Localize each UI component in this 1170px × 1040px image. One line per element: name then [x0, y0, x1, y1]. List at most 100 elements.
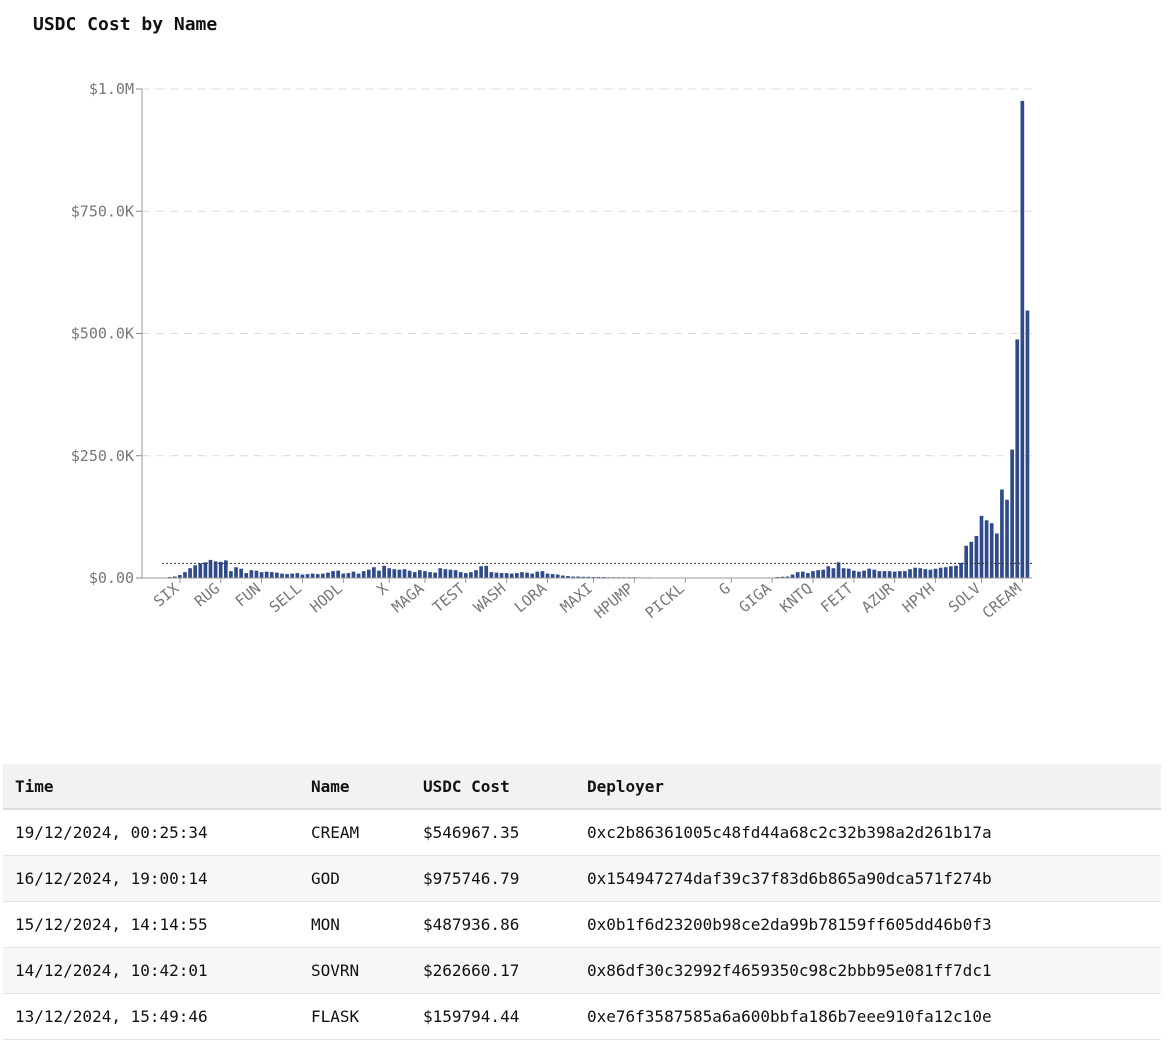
x-tick-label: KNTQ	[776, 579, 815, 616]
bar	[550, 574, 555, 578]
cell-name: SOVRN	[299, 947, 411, 994]
cell-time: 19/12/2024, 00:25:34	[3, 809, 299, 856]
x-tick-label: HODL	[307, 579, 346, 616]
bar	[208, 559, 213, 578]
column-header-deployer[interactable]: Deployer	[575, 764, 1161, 809]
bar	[275, 572, 279, 578]
bar	[458, 572, 463, 578]
x-tick-labels: SIX RUG FUN SELL HODL XMAGA TEST WASH LORA MAXIHP…	[150, 579, 1025, 622]
bar	[994, 533, 999, 578]
y-tick-label: $500.0K	[71, 325, 134, 343]
bar	[862, 570, 866, 578]
bar	[300, 574, 305, 578]
bar	[903, 571, 907, 578]
bar	[790, 574, 795, 578]
bar	[249, 570, 254, 578]
bar	[366, 569, 371, 578]
table-row[interactable]: 19/12/2024, 00:25:34 CREAM $546967.35 0x…	[3, 809, 1161, 856]
bar	[540, 571, 545, 578]
y-tick-label: $250.0K	[71, 447, 134, 465]
bar	[218, 561, 223, 578]
bar	[1000, 489, 1004, 578]
x-tick-label: HPYH	[899, 579, 938, 616]
bar	[234, 567, 238, 578]
bar	[520, 572, 524, 578]
table-row[interactable]: 16/12/2024, 19:00:14 GOD $975746.79 0x15…	[3, 855, 1161, 902]
bar	[433, 572, 438, 578]
cell-usdc-cost: $262660.17	[411, 947, 575, 994]
bar	[504, 573, 509, 578]
bar	[499, 573, 504, 578]
column-header-time[interactable]: Time	[3, 764, 299, 809]
cost-table: Time Name USDC Cost Deployer 19/12/2024,…	[3, 764, 1161, 1040]
bar	[959, 562, 963, 578]
bar	[310, 573, 315, 578]
bar	[984, 520, 989, 578]
bar	[852, 570, 856, 578]
bar	[943, 567, 948, 578]
bar	[315, 574, 320, 578]
bar	[305, 574, 310, 578]
cell-time: 15/12/2024, 14:14:55	[3, 901, 299, 948]
bar	[530, 573, 535, 578]
bars	[162, 100, 1030, 579]
cell-name: GOD	[299, 855, 411, 902]
y-tick-labels: $0.00 $250.0K $500.0K $750.0K $1.0M	[71, 80, 134, 587]
x-tick-label: TEST	[429, 579, 468, 616]
cost-table-container: Time Name USDC Cost Deployer 19/12/2024,…	[3, 764, 1161, 1040]
x-tick-label: PICKL	[642, 579, 688, 622]
table-row[interactable]: 13/12/2024, 15:49:46 FLASK $159794.44 0x…	[3, 993, 1161, 1040]
table-header-row: Time Name USDC Cost Deployer	[3, 764, 1161, 809]
column-header-name[interactable]: Name	[299, 764, 411, 809]
bar	[193, 565, 198, 578]
bar	[846, 568, 851, 578]
bar	[887, 571, 892, 578]
bar	[341, 573, 346, 578]
x-tick-label: FUN	[232, 579, 264, 610]
bar	[872, 569, 877, 578]
cell-name: CREAM	[299, 809, 411, 856]
cell-deployer: 0xe76f3587585a6a600bbfa186b7eee910fa12c1…	[575, 993, 1161, 1040]
bar	[908, 569, 912, 578]
bar	[331, 571, 335, 578]
bar	[269, 572, 274, 578]
bar-chart: $0.00 $250.0K $500.0K $750.0K $1.0M SIX RUG FU…	[71, 80, 1032, 622]
bar	[392, 569, 397, 578]
cell-deployer: 0x154947274daf39c37f83d6b865a90dca571f27…	[575, 855, 1161, 902]
chart-title: USDC Cost by Name	[33, 14, 218, 35]
y-tick-label: $1.0M	[89, 80, 134, 98]
bar	[264, 571, 269, 578]
bar	[979, 515, 984, 578]
bar	[1025, 310, 1030, 578]
gridlines	[142, 88, 1032, 457]
bar	[1010, 449, 1014, 578]
bar	[418, 570, 422, 578]
bar	[443, 569, 448, 578]
bar	[836, 562, 841, 578]
y-tick-label: $0.00	[89, 569, 134, 587]
cell-time: 13/12/2024, 15:49:46	[3, 993, 299, 1040]
cell-usdc-cost: $975746.79	[411, 855, 575, 902]
bar	[867, 568, 872, 578]
bar	[474, 570, 478, 578]
bar	[213, 561, 218, 578]
table-row[interactable]: 14/12/2024, 10:42:01 SOVRN $262660.17 0x…	[3, 947, 1161, 994]
bar	[989, 523, 994, 578]
bar	[923, 569, 928, 578]
x-tick-label: SOLV	[945, 579, 984, 616]
bar	[525, 572, 529, 578]
bar	[1015, 339, 1020, 578]
bar	[489, 572, 494, 578]
column-header-usdc-cost[interactable]: USDC Cost	[411, 764, 575, 809]
table-row[interactable]: 15/12/2024, 14:14:55 MON $487936.86 0x0b…	[3, 901, 1161, 948]
bar	[438, 568, 443, 578]
bar	[954, 565, 958, 578]
bar	[1005, 499, 1009, 578]
cell-usdc-cost: $487936.86	[411, 901, 575, 948]
bar	[806, 573, 810, 578]
bar	[463, 573, 468, 578]
bar	[811, 571, 815, 578]
bar	[361, 571, 366, 578]
bar	[351, 571, 356, 578]
bar	[800, 571, 805, 578]
